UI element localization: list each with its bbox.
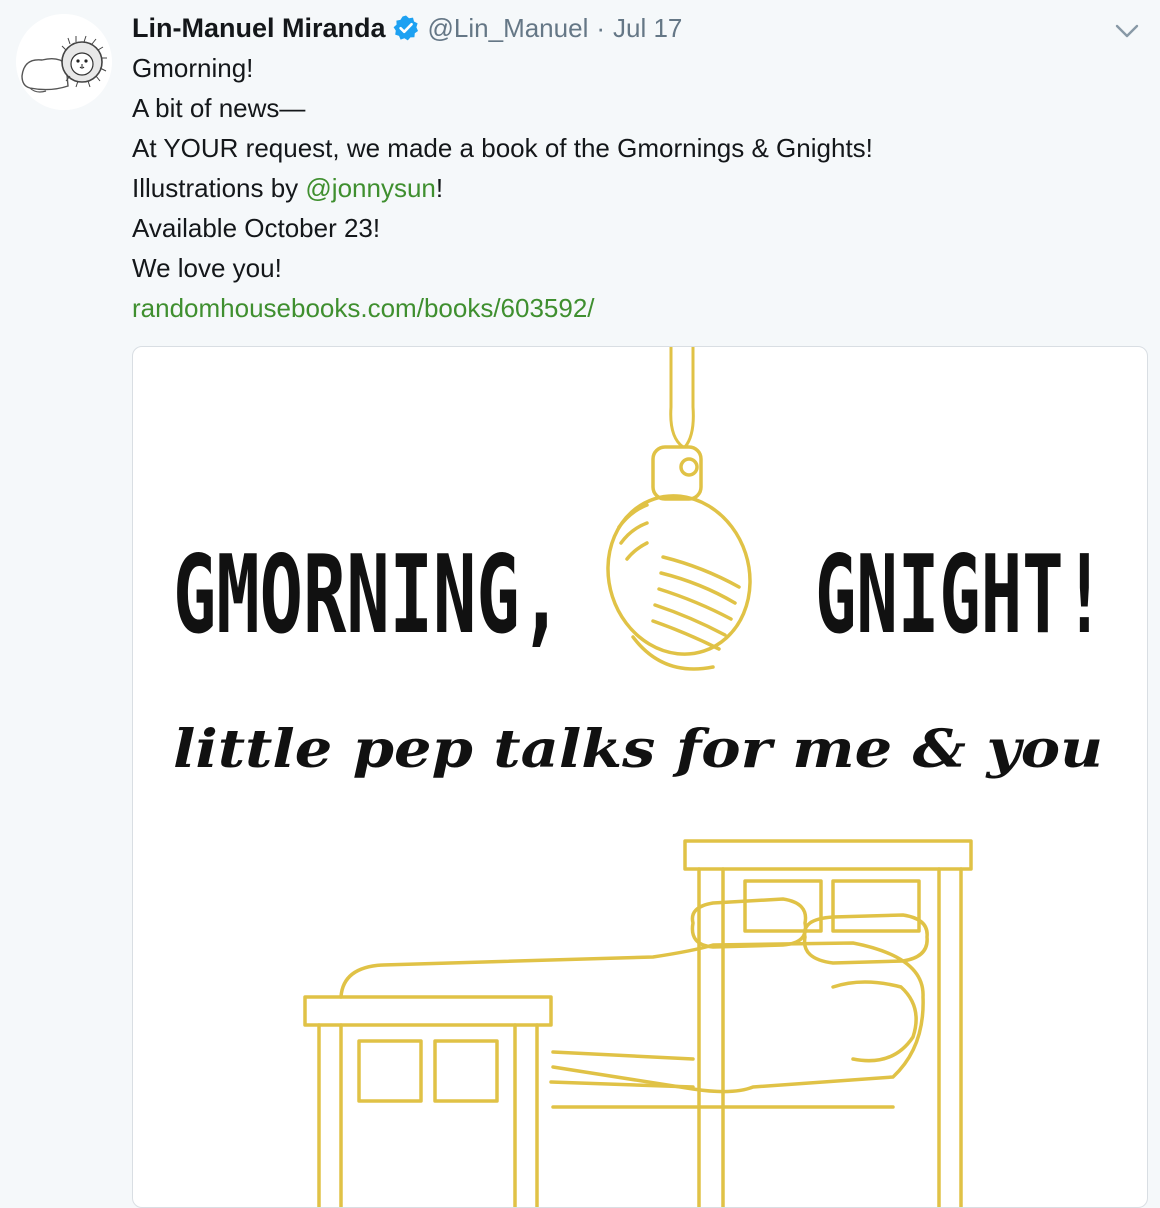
book-cover-image[interactable]: GMORNING, GNIGHT! little pep talks for m…	[132, 346, 1148, 1208]
tweet-line-illustrations: Illustrations by @jonnysun!	[132, 168, 1132, 208]
cover-title-right: GNIGHT!	[815, 533, 1105, 658]
lion-avatar-drawing	[16, 14, 112, 110]
illustrations-suffix: !	[435, 173, 444, 203]
author-handle[interactable]: @Lin_Manuel	[428, 13, 589, 44]
book-cover-art: GMORNING, GNIGHT! little pep talks for m…	[173, 347, 1105, 1207]
mention-link[interactable]: @jonnysun	[305, 173, 435, 203]
tweet-line: Available October 23!	[132, 213, 381, 243]
verified-badge-icon	[392, 14, 420, 42]
book-url-link[interactable]: randomhousebooks.com/books/603592/	[132, 288, 1132, 328]
cover-subtitle: little pep talks for me & you	[173, 719, 1103, 780]
tweet-line: We love you!	[132, 253, 282, 283]
tweet-line: Gmorning!	[132, 53, 254, 83]
tweet-date[interactable]: Jul 17	[613, 13, 682, 44]
cover-title-left: GMORNING,	[173, 533, 563, 658]
illustrations-prefix: Illustrations by	[132, 173, 306, 203]
tweet[interactable]: Lin-Manuel Miranda @Lin_Manuel · Jul 17 …	[0, 0, 1160, 1208]
avatar[interactable]	[16, 14, 112, 110]
tweet-line: At YOUR request, we made a book of the G…	[132, 133, 873, 163]
tweet-text: Gmorning! A bit of news— At YOUR request…	[132, 48, 1132, 328]
author-name[interactable]: Lin-Manuel Miranda	[132, 13, 386, 44]
chevron-down-icon[interactable]	[1112, 16, 1142, 46]
tweet-header: Lin-Manuel Miranda @Lin_Manuel · Jul 17	[132, 10, 682, 46]
header-separator: ·	[596, 12, 606, 43]
tweet-line: A bit of news—	[132, 93, 306, 123]
